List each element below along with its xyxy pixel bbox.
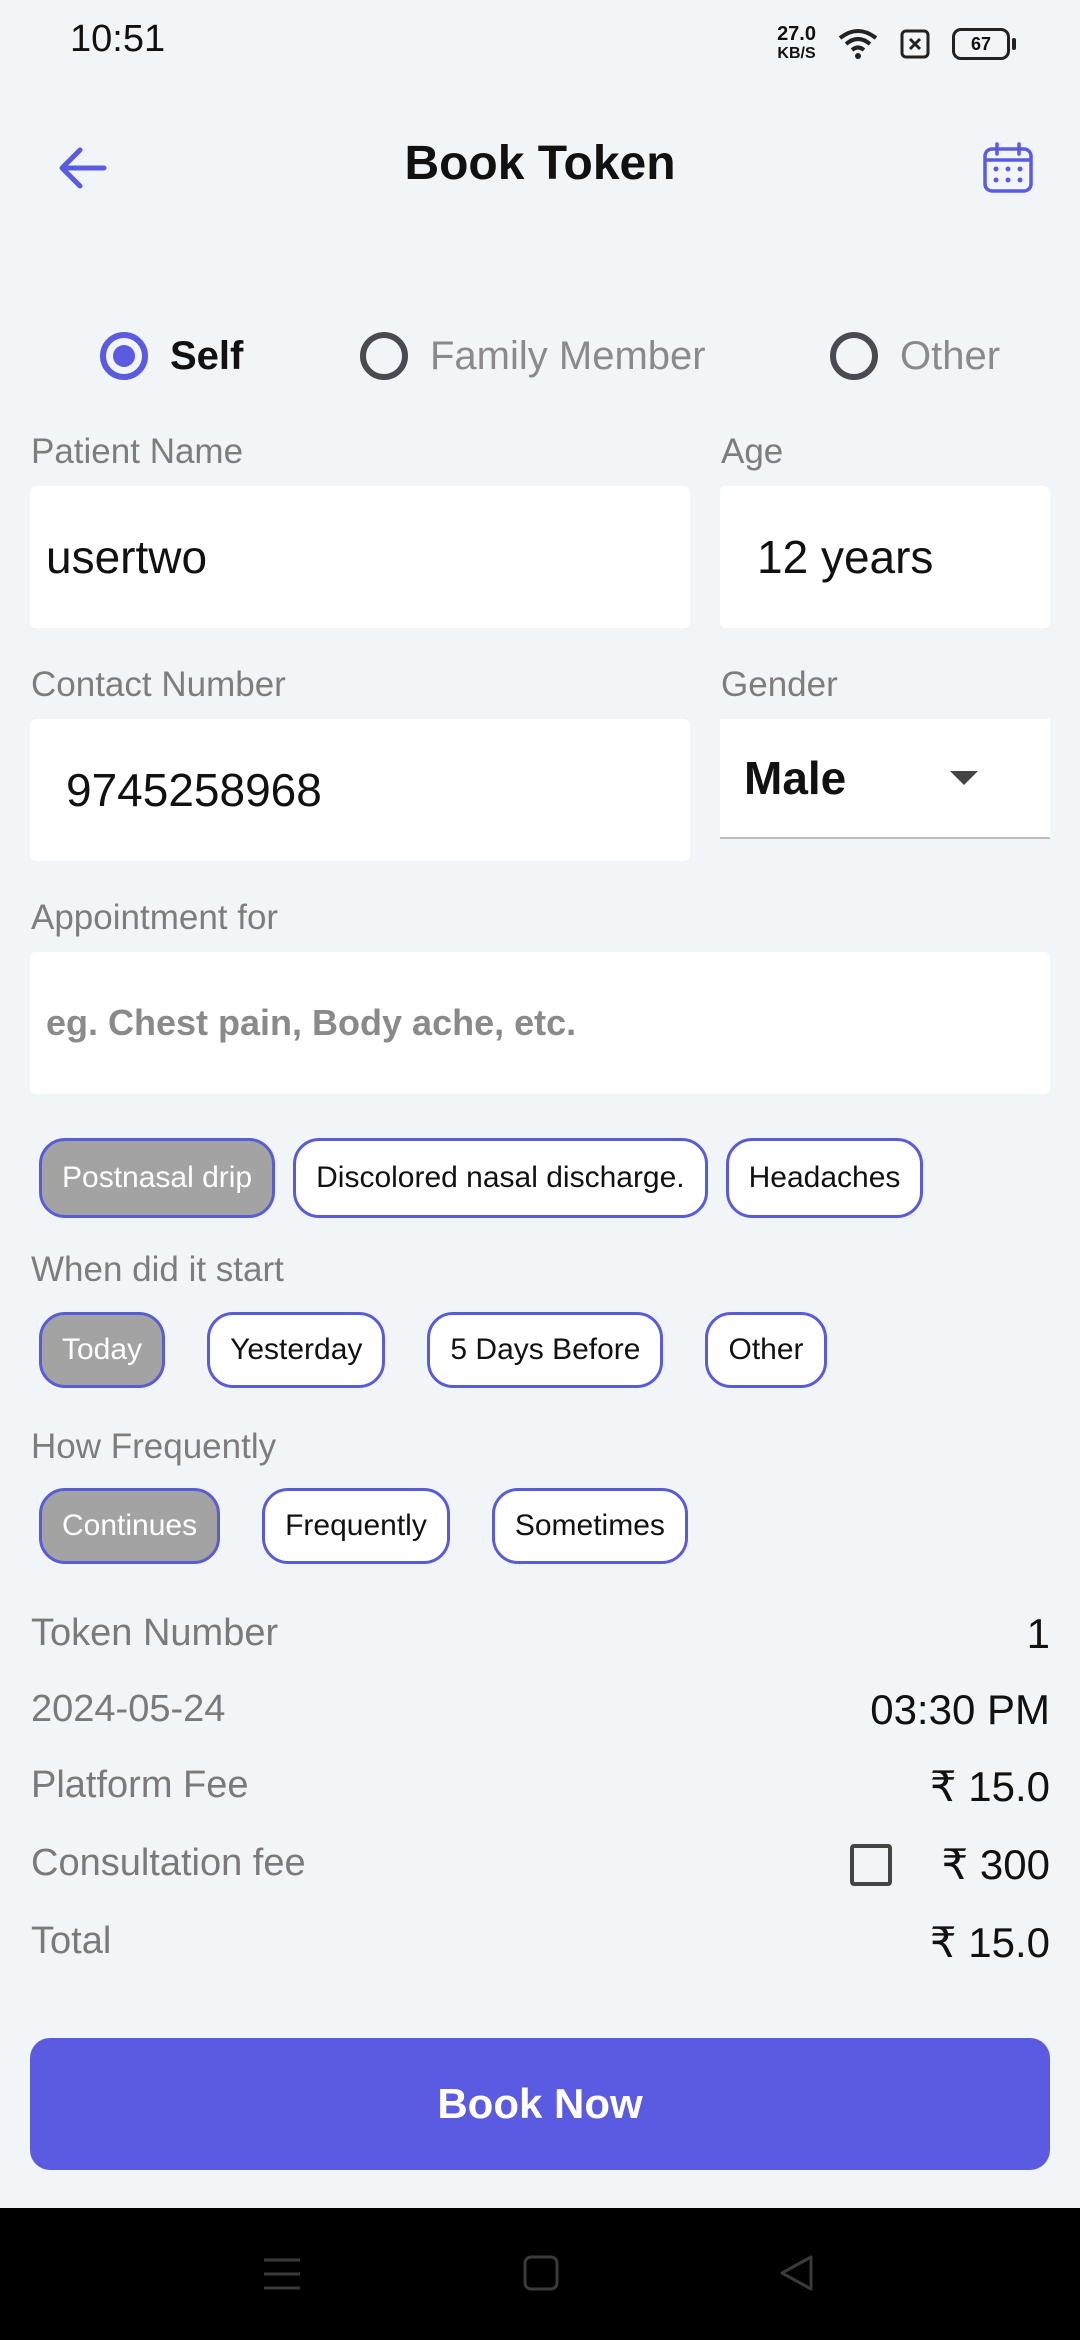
start-chips: Today Yesterday 5 Days Before Other bbox=[39, 1312, 827, 1388]
home-icon[interactable] bbox=[522, 2254, 560, 2292]
system-nav-bar bbox=[0, 2208, 1080, 2340]
chip-frequently[interactable]: Frequently bbox=[262, 1488, 450, 1564]
radio-other-label: Other bbox=[900, 333, 1001, 378]
contact-number-label: Contact Number bbox=[31, 665, 286, 704]
total-label: Total bbox=[31, 1920, 112, 1962]
radio-button-icon bbox=[360, 332, 408, 380]
calendar-icon bbox=[983, 142, 1033, 193]
gender-select[interactable]: Male bbox=[720, 719, 1050, 839]
total-value: ₹ 15.0 bbox=[929, 1919, 1050, 1966]
platform-fee-value: ₹ 15.0 bbox=[929, 1763, 1050, 1810]
appointment-for-label: Appointment for bbox=[31, 898, 279, 937]
radio-other[interactable]: Other bbox=[830, 322, 1000, 390]
book-now-button[interactable]: Book Now bbox=[30, 2038, 1050, 2170]
how-frequently-label: How Frequently bbox=[31, 1427, 277, 1466]
page-title: Book Token bbox=[404, 137, 676, 190]
radio-family-member[interactable]: Family Member bbox=[360, 322, 706, 390]
chip-yesterday[interactable]: Yesterday bbox=[207, 1312, 386, 1388]
radio-self-label: Self bbox=[170, 333, 244, 378]
consultation-fee-value: ₹ 300 bbox=[941, 1841, 1050, 1888]
gender-label: Gender bbox=[721, 665, 838, 704]
patient-name-input[interactable]: usertwo bbox=[30, 486, 690, 628]
token-number-value: 1 bbox=[1026, 1610, 1050, 1657]
radio-button-icon bbox=[100, 332, 148, 380]
contact-number-input[interactable]: 9745258968 bbox=[30, 719, 690, 861]
consultation-fee-checkbox[interactable] bbox=[850, 1844, 892, 1886]
gender-value: Male bbox=[744, 752, 847, 804]
appointment-for-input[interactable]: eg. Chest pain, Body ache, etc. bbox=[30, 952, 1050, 1094]
frequency-chips: Continues Frequently Sometimes bbox=[39, 1488, 688, 1564]
chip-5-days-before[interactable]: 5 Days Before bbox=[427, 1312, 664, 1388]
token-number-label: Token Number bbox=[31, 1612, 279, 1654]
age-label: Age bbox=[721, 432, 784, 471]
patient-name-value: usertwo bbox=[46, 531, 208, 583]
age-input[interactable]: 12 years bbox=[720, 486, 1050, 628]
consultation-fee-label: Consultation fee bbox=[31, 1842, 306, 1884]
when-start-label: When did it start bbox=[31, 1250, 284, 1289]
calendar-button[interactable] bbox=[980, 140, 1036, 196]
wifi-icon bbox=[838, 29, 878, 59]
battery-icon: 67 bbox=[952, 28, 1016, 60]
chip-continues[interactable]: Continues bbox=[39, 1488, 221, 1564]
symptom-chips: Postnasal drip Discolored nasal discharg… bbox=[39, 1138, 924, 1218]
network-speed: 27.0 KB/S bbox=[777, 23, 816, 62]
status-icons: 27.0 KB/S 67 bbox=[777, 22, 1016, 66]
chip-today[interactable]: Today bbox=[39, 1312, 166, 1388]
menu-icon[interactable] bbox=[262, 2256, 302, 2292]
chip-discolored-nasal-discharge[interactable]: Discolored nasal discharge. bbox=[293, 1138, 708, 1218]
radio-self[interactable]: Self bbox=[100, 322, 243, 390]
appointment-time: 03:30 PM bbox=[870, 1686, 1050, 1733]
radio-button-icon bbox=[830, 332, 878, 380]
contact-number-value: 9745258968 bbox=[66, 764, 322, 816]
patient-name-label: Patient Name bbox=[31, 432, 244, 471]
appointment-for-placeholder: eg. Chest pain, Body ache, etc. bbox=[46, 1002, 577, 1043]
chip-other[interactable]: Other bbox=[705, 1312, 827, 1388]
appointment-date: 2024-05-24 bbox=[31, 1688, 226, 1730]
radio-family-member-label: Family Member bbox=[430, 333, 706, 378]
chip-sometimes[interactable]: Sometimes bbox=[491, 1488, 688, 1564]
status-time: 10:51 bbox=[70, 18, 166, 60]
sim-x-icon bbox=[900, 29, 930, 59]
back-nav-icon[interactable] bbox=[778, 2254, 814, 2292]
chip-postnasal-drip[interactable]: Postnasal drip bbox=[39, 1138, 276, 1218]
platform-fee-label: Platform Fee bbox=[31, 1764, 249, 1806]
dropdown-arrow-icon bbox=[950, 771, 978, 785]
age-value: 12 years bbox=[757, 531, 934, 583]
chip-headaches[interactable]: Headaches bbox=[725, 1138, 924, 1218]
